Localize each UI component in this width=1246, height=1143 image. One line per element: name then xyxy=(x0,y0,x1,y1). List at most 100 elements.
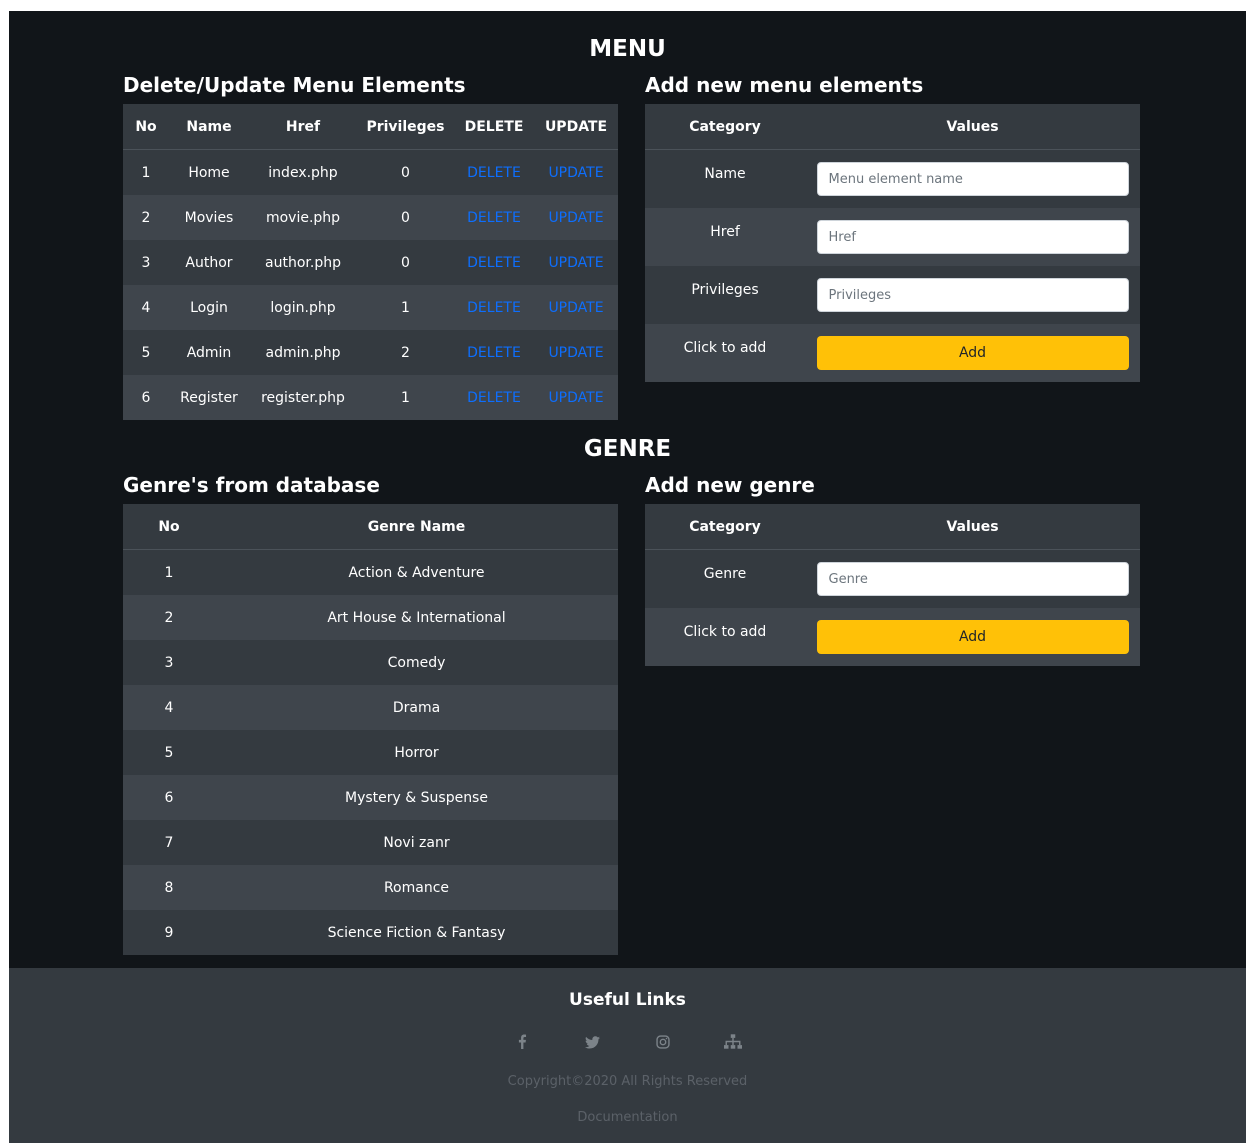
table-row: 7 Novi zanr xyxy=(123,820,618,865)
genre-section-title: GENRE xyxy=(583,436,672,462)
privileges-label: Privileges xyxy=(645,266,805,324)
delete-cell: DELETE xyxy=(454,285,534,330)
delete-cell: DELETE xyxy=(454,149,534,195)
update-link[interactable]: UPDATE xyxy=(548,390,603,406)
delete-link[interactable]: DELETE xyxy=(467,300,521,316)
menu-href: movie.php xyxy=(249,195,357,240)
row-number: 3 xyxy=(123,240,169,285)
update-cell: UPDATE xyxy=(534,149,618,195)
table-row: 6 Register register.php 1 DELETE UPDATE xyxy=(123,375,618,420)
table-row: 3 Author author.php 0 DELETE UPDATE xyxy=(123,240,618,285)
row-number: 9 xyxy=(123,910,215,955)
update-link[interactable]: UPDATE xyxy=(548,210,603,226)
delete-link[interactable]: DELETE xyxy=(467,390,521,406)
form-row-add: Click to add Add xyxy=(645,324,1140,382)
update-link[interactable]: UPDATE xyxy=(548,300,603,316)
update-cell: UPDATE xyxy=(534,375,618,420)
name-cell xyxy=(805,149,1140,208)
genre-label: Genre xyxy=(645,549,805,608)
twitter-icon[interactable] xyxy=(578,1036,606,1053)
row-number: 1 xyxy=(123,549,215,595)
table-row: 6 Mystery & Suspense xyxy=(123,775,618,820)
table-row: 1 Action & Adventure xyxy=(123,549,618,595)
genre-name: Romance xyxy=(215,865,618,910)
genre-name: Novi zanr xyxy=(215,820,618,865)
genre-form-title: Add new genre xyxy=(645,473,815,497)
genre-input[interactable] xyxy=(816,562,1129,596)
column-header: No xyxy=(123,104,169,150)
table-row: 1 Home index.php 0 DELETE UPDATE xyxy=(123,149,618,195)
column-header: Values xyxy=(805,104,1140,150)
update-cell: UPDATE xyxy=(534,330,618,375)
name-label: Name xyxy=(645,149,805,208)
table-row: 4 Drama xyxy=(123,685,618,730)
add-genre-button[interactable]: Add xyxy=(816,620,1129,654)
menu-href: admin.php xyxy=(249,330,357,375)
menu-name: Register xyxy=(169,375,249,420)
href-label: Href xyxy=(645,208,805,266)
page-container: MENU Delete/Update Menu Elements Add new… xyxy=(9,11,1246,1143)
row-number: 4 xyxy=(123,285,169,330)
genre-name: Art House & International xyxy=(215,595,618,640)
click-to-add-label: Click to add xyxy=(645,608,805,666)
delete-link[interactable]: DELETE xyxy=(467,165,521,181)
delete-cell: DELETE xyxy=(454,330,534,375)
menu-name: Author xyxy=(169,240,249,285)
add-cell: Add xyxy=(805,324,1140,382)
column-header: UPDATE xyxy=(534,104,618,150)
table-row: 4 Login login.php 1 DELETE UPDATE xyxy=(123,285,618,330)
privileges-cell xyxy=(805,266,1140,324)
menu-href: index.php xyxy=(249,149,357,195)
table-row: 8 Romance xyxy=(123,865,618,910)
delete-cell: DELETE xyxy=(454,375,534,420)
menu-privileges: 0 xyxy=(357,240,454,285)
menu-privileges: 1 xyxy=(357,285,454,330)
table-row: 9 Science Fiction & Fantasy xyxy=(123,910,618,955)
add-menu-form: Category Values Name Href Privileges Cli… xyxy=(645,104,1140,382)
column-header: No xyxy=(123,504,215,550)
update-link[interactable]: UPDATE xyxy=(548,255,603,271)
genre-table: No Genre Name 1 Action & Adventure 2 Art… xyxy=(123,504,618,955)
delete-link[interactable]: DELETE xyxy=(467,255,521,271)
delete-link[interactable]: DELETE xyxy=(467,210,521,226)
table-header-row: No Genre Name xyxy=(123,504,618,550)
menu-name: Movies xyxy=(169,195,249,240)
menu-href-input[interactable] xyxy=(816,220,1129,254)
genre-name: Mystery & Suspense xyxy=(215,775,618,820)
menu-privileges-input[interactable] xyxy=(816,278,1129,312)
footer: Useful Links Copyright©2020 All Rights R… xyxy=(9,968,1246,1143)
row-number: 3 xyxy=(123,640,215,685)
form-row-href: Href xyxy=(645,208,1140,266)
genre-name: Horror xyxy=(215,730,618,775)
column-header: Category xyxy=(645,104,805,150)
social-links xyxy=(9,1034,1246,1053)
row-number: 2 xyxy=(123,595,215,640)
documentation-link[interactable]: Documentation xyxy=(9,1110,1246,1125)
update-cell: UPDATE xyxy=(534,285,618,330)
menu-privileges: 0 xyxy=(357,149,454,195)
update-link[interactable]: UPDATE xyxy=(548,345,603,361)
menu-list-title: Delete/Update Menu Elements xyxy=(123,73,466,97)
menu-name-input[interactable] xyxy=(816,162,1129,196)
menu-name: Home xyxy=(169,149,249,195)
form-header-row: Category Values xyxy=(645,504,1140,550)
menu-privileges: 0 xyxy=(357,195,454,240)
row-number: 5 xyxy=(123,730,215,775)
add-menu-button[interactable]: Add xyxy=(816,336,1129,370)
table-row: 2 Art House & International xyxy=(123,595,618,640)
update-cell: UPDATE xyxy=(534,240,618,285)
column-header: Name xyxy=(169,104,249,150)
click-to-add-label: Click to add xyxy=(645,324,805,382)
row-number: 5 xyxy=(123,330,169,375)
column-header: Values xyxy=(805,504,1140,550)
update-link[interactable]: UPDATE xyxy=(548,165,603,181)
href-cell xyxy=(805,208,1140,266)
sitemap-icon[interactable] xyxy=(719,1034,747,1053)
instagram-icon[interactable] xyxy=(649,1035,677,1053)
form-row-genre: Genre xyxy=(645,549,1140,608)
facebook-icon[interactable] xyxy=(508,1034,536,1053)
table-row: 5 Admin admin.php 2 DELETE UPDATE xyxy=(123,330,618,375)
copyright-text: Copyright©2020 All Rights Reserved xyxy=(507,1074,748,1089)
delete-link[interactable]: DELETE xyxy=(467,345,521,361)
row-number: 1 xyxy=(123,149,169,195)
